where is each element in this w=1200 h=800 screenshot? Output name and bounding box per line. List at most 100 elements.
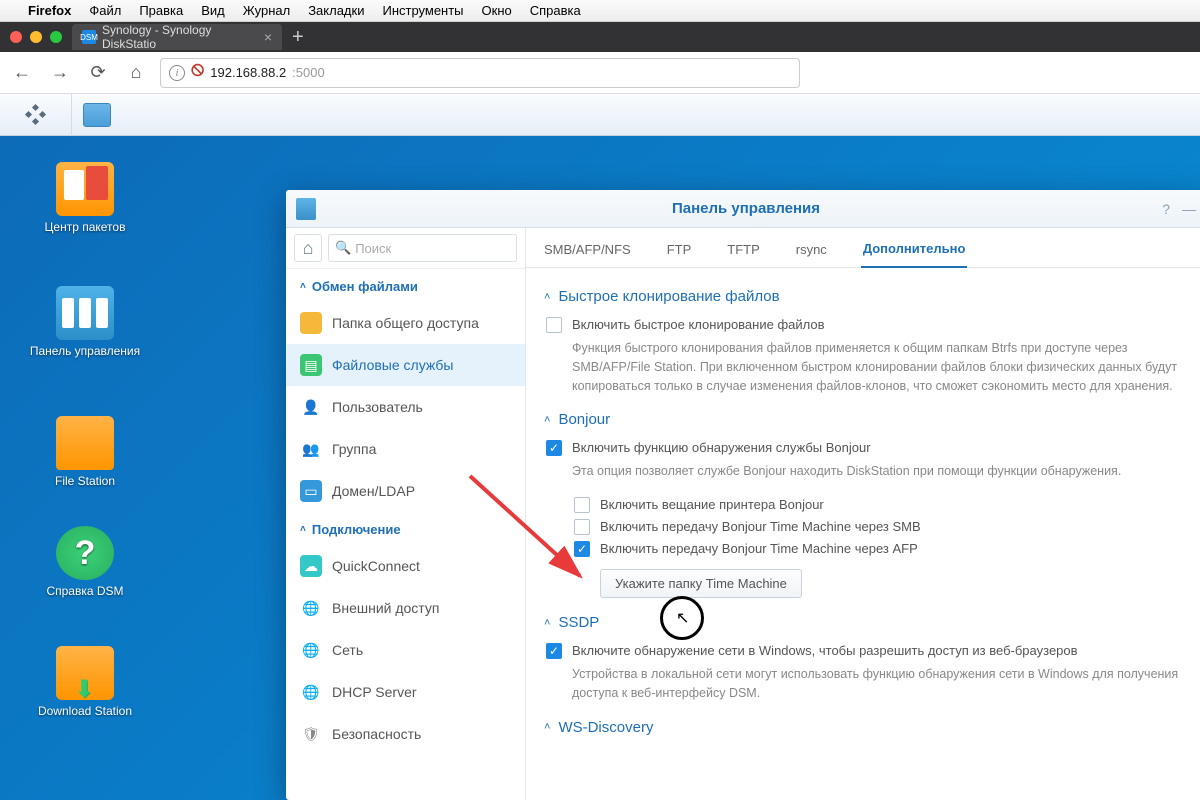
dsm-taskbar [0,94,1200,136]
tab-ftp[interactable]: FTP [665,242,694,267]
checkbox-bonjour-enable[interactable] [546,440,562,456]
sidebar-item-external-access[interactable]: 🌐Внешний доступ [286,587,525,629]
sidebar-group-connection[interactable]: ˄Подключение [286,512,525,545]
control-panel-icon [56,286,114,340]
sidebar-item-network[interactable]: 🌐Сеть [286,629,525,671]
sidebar-item-file-services[interactable]: ▤ Файловые службы [286,344,525,386]
minimize-window-icon[interactable] [30,31,42,43]
home-button[interactable]: ⌂ [122,59,150,87]
checkbox-label: Включить быстрое клонирование файлов [572,317,825,332]
sidebar-item-security[interactable]: 🛡 Безопасность [286,713,525,755]
url-port: :5000 [292,65,325,80]
file-services-icon: ▤ [300,354,322,376]
desktop-label: Справка DSM [20,584,150,598]
maximize-window-icon[interactable] [50,31,62,43]
sidebar-item-shared-folder[interactable]: Папка общего доступа [286,302,525,344]
set-time-machine-folder-button[interactable]: Укажите папку Time Machine [600,569,802,598]
checkbox-ssdp-enable[interactable] [546,643,562,659]
mac-menubar: Firefox Файл Правка Вид Журнал Закладки … [0,0,1200,22]
menu-help[interactable]: Справка [530,3,581,18]
tab-close-icon[interactable]: × [264,29,272,45]
tab-smb[interactable]: SMB/AFP/NFS [542,242,633,267]
checkbox-label: Включить передачу Bonjour Time Machine ч… [600,519,921,534]
favicon-icon: DSM [82,30,96,44]
nav-label: Безопасность [332,726,421,742]
close-window-icon[interactable] [10,31,22,43]
url-input[interactable]: i 🛇 192.168.88.2:5000 [160,58,800,88]
desktop-label: Центр пакетов [20,220,150,234]
window-help-icon[interactable]: ? [1162,201,1170,217]
reload-button[interactable]: ⟳ [84,59,112,87]
help-icon: ? [56,526,114,580]
nav-label: Файловые службы [332,357,453,373]
desktop-icon-package-center[interactable]: Центр пакетов [20,162,150,234]
checkbox-label: Включить вещание принтера Bonjour [600,497,824,512]
sidebar-item-group[interactable]: 👥Группа [286,428,525,470]
menu-file[interactable]: Файл [89,3,121,18]
section-ws-header[interactable]: ˄WS-Discovery [544,719,1200,736]
group-label: Обмен файлами [312,279,418,294]
main-pane: SMB/AFP/NFS FTP TFTP rsync Дополнительно… [526,228,1200,800]
sidebar-item-domain[interactable]: ▭ Домен/LDAP [286,470,525,512]
nav-label: Группа [332,441,376,457]
sidebar-item-quickconnect[interactable]: ☁QuickConnect [286,545,525,587]
section-fastclone-header[interactable]: ˄Быстрое клонирование файлов [544,288,1200,305]
tab-advanced[interactable]: Дополнительно [861,241,968,268]
menu-bookmarks[interactable]: Закладки [308,3,364,18]
checkbox-bonjour-tm-smb[interactable] [574,519,590,535]
shield-icon: 🛡 [300,723,322,745]
menu-tools[interactable]: Инструменты [382,3,463,18]
window-titlebar[interactable]: Панель управления ? — [286,190,1200,228]
checkbox-bonjour-tm-afp[interactable] [574,541,590,557]
forward-button[interactable]: → [46,59,74,87]
bonjour-description: Эта опция позволяет службе Bonjour наход… [572,462,1200,481]
network-icon: 🌐 [300,639,322,661]
user-icon: 👤 [300,396,322,418]
nav-label: Пользователь [332,399,423,415]
search-input[interactable]: 🔍 Поиск [328,234,517,262]
back-button[interactable]: ← [8,59,36,87]
tab-bar: SMB/AFP/NFS FTP TFTP rsync Дополнительно [526,228,1200,268]
nav-label: QuickConnect [332,558,420,574]
sidebar-group-file-sharing[interactable]: ˄Обмен файлами [286,269,525,302]
browser-tab[interactable]: DSM Synology - Synology DiskStatio × [72,24,282,50]
sidebar-item-dhcp[interactable]: 🌐DHCP Server [286,671,525,713]
site-info-icon[interactable]: i [169,65,185,81]
desktop-icon-download-station[interactable]: Download Station [20,646,150,718]
tab-rsync[interactable]: rsync [794,242,829,267]
nav-label: Домен/LDAP [332,483,415,499]
sidebar-home-button[interactable]: ⌂ [294,234,322,262]
app-name[interactable]: Firefox [28,3,71,18]
checkbox-label: Включить функцию обнаружения службы Bonj… [572,440,871,455]
control-panel-mini-icon [83,103,111,127]
nav-label: Внешний доступ [332,600,439,616]
desktop-icon-file-station[interactable]: File Station [20,416,150,488]
sidebar-item-user[interactable]: 👤 Пользователь [286,386,525,428]
sidebar: ⌂ 🔍 Поиск ˄Обмен файлами Папка общего до… [286,228,526,800]
dsm-main-menu-button[interactable] [0,94,72,136]
browser-toolbar: ← → ⟳ ⌂ i 🛇 192.168.88.2:5000 [0,52,1200,94]
url-host: 192.168.88.2 [210,65,286,80]
checkbox-fastclone[interactable] [546,317,562,333]
menu-history[interactable]: Журнал [243,3,290,18]
window-minimize-icon[interactable]: — [1182,201,1196,217]
new-tab-button[interactable]: + [292,26,304,49]
section-title: Bonjour [558,411,610,428]
desktop-label: Панель управления [20,344,150,358]
domain-icon: ▭ [300,480,322,502]
menu-view[interactable]: Вид [201,3,225,18]
window-title: Панель управления [286,200,1200,217]
tab-title: Synology - Synology DiskStatio [102,23,258,51]
menu-window[interactable]: Окно [482,3,512,18]
checkbox-label: Включите обнаружение сети в Windows, что… [572,643,1078,658]
taskbar-window-control-panel[interactable] [72,94,122,136]
section-ssdp-header[interactable]: ˄SSDP [544,614,1200,631]
content-scroll[interactable]: ˄Быстрое клонирование файлов Включить бы… [526,268,1200,800]
desktop-icon-control-panel[interactable]: Панель управления [20,286,150,358]
menu-edit[interactable]: Правка [139,3,183,18]
tab-tftp[interactable]: TFTP [725,242,762,267]
section-bonjour-header[interactable]: ˄Bonjour [544,411,1200,428]
desktop-icon-help[interactable]: ? Справка DSM [20,526,150,598]
apps-grid-icon [26,105,46,125]
checkbox-bonjour-printer[interactable] [574,497,590,513]
